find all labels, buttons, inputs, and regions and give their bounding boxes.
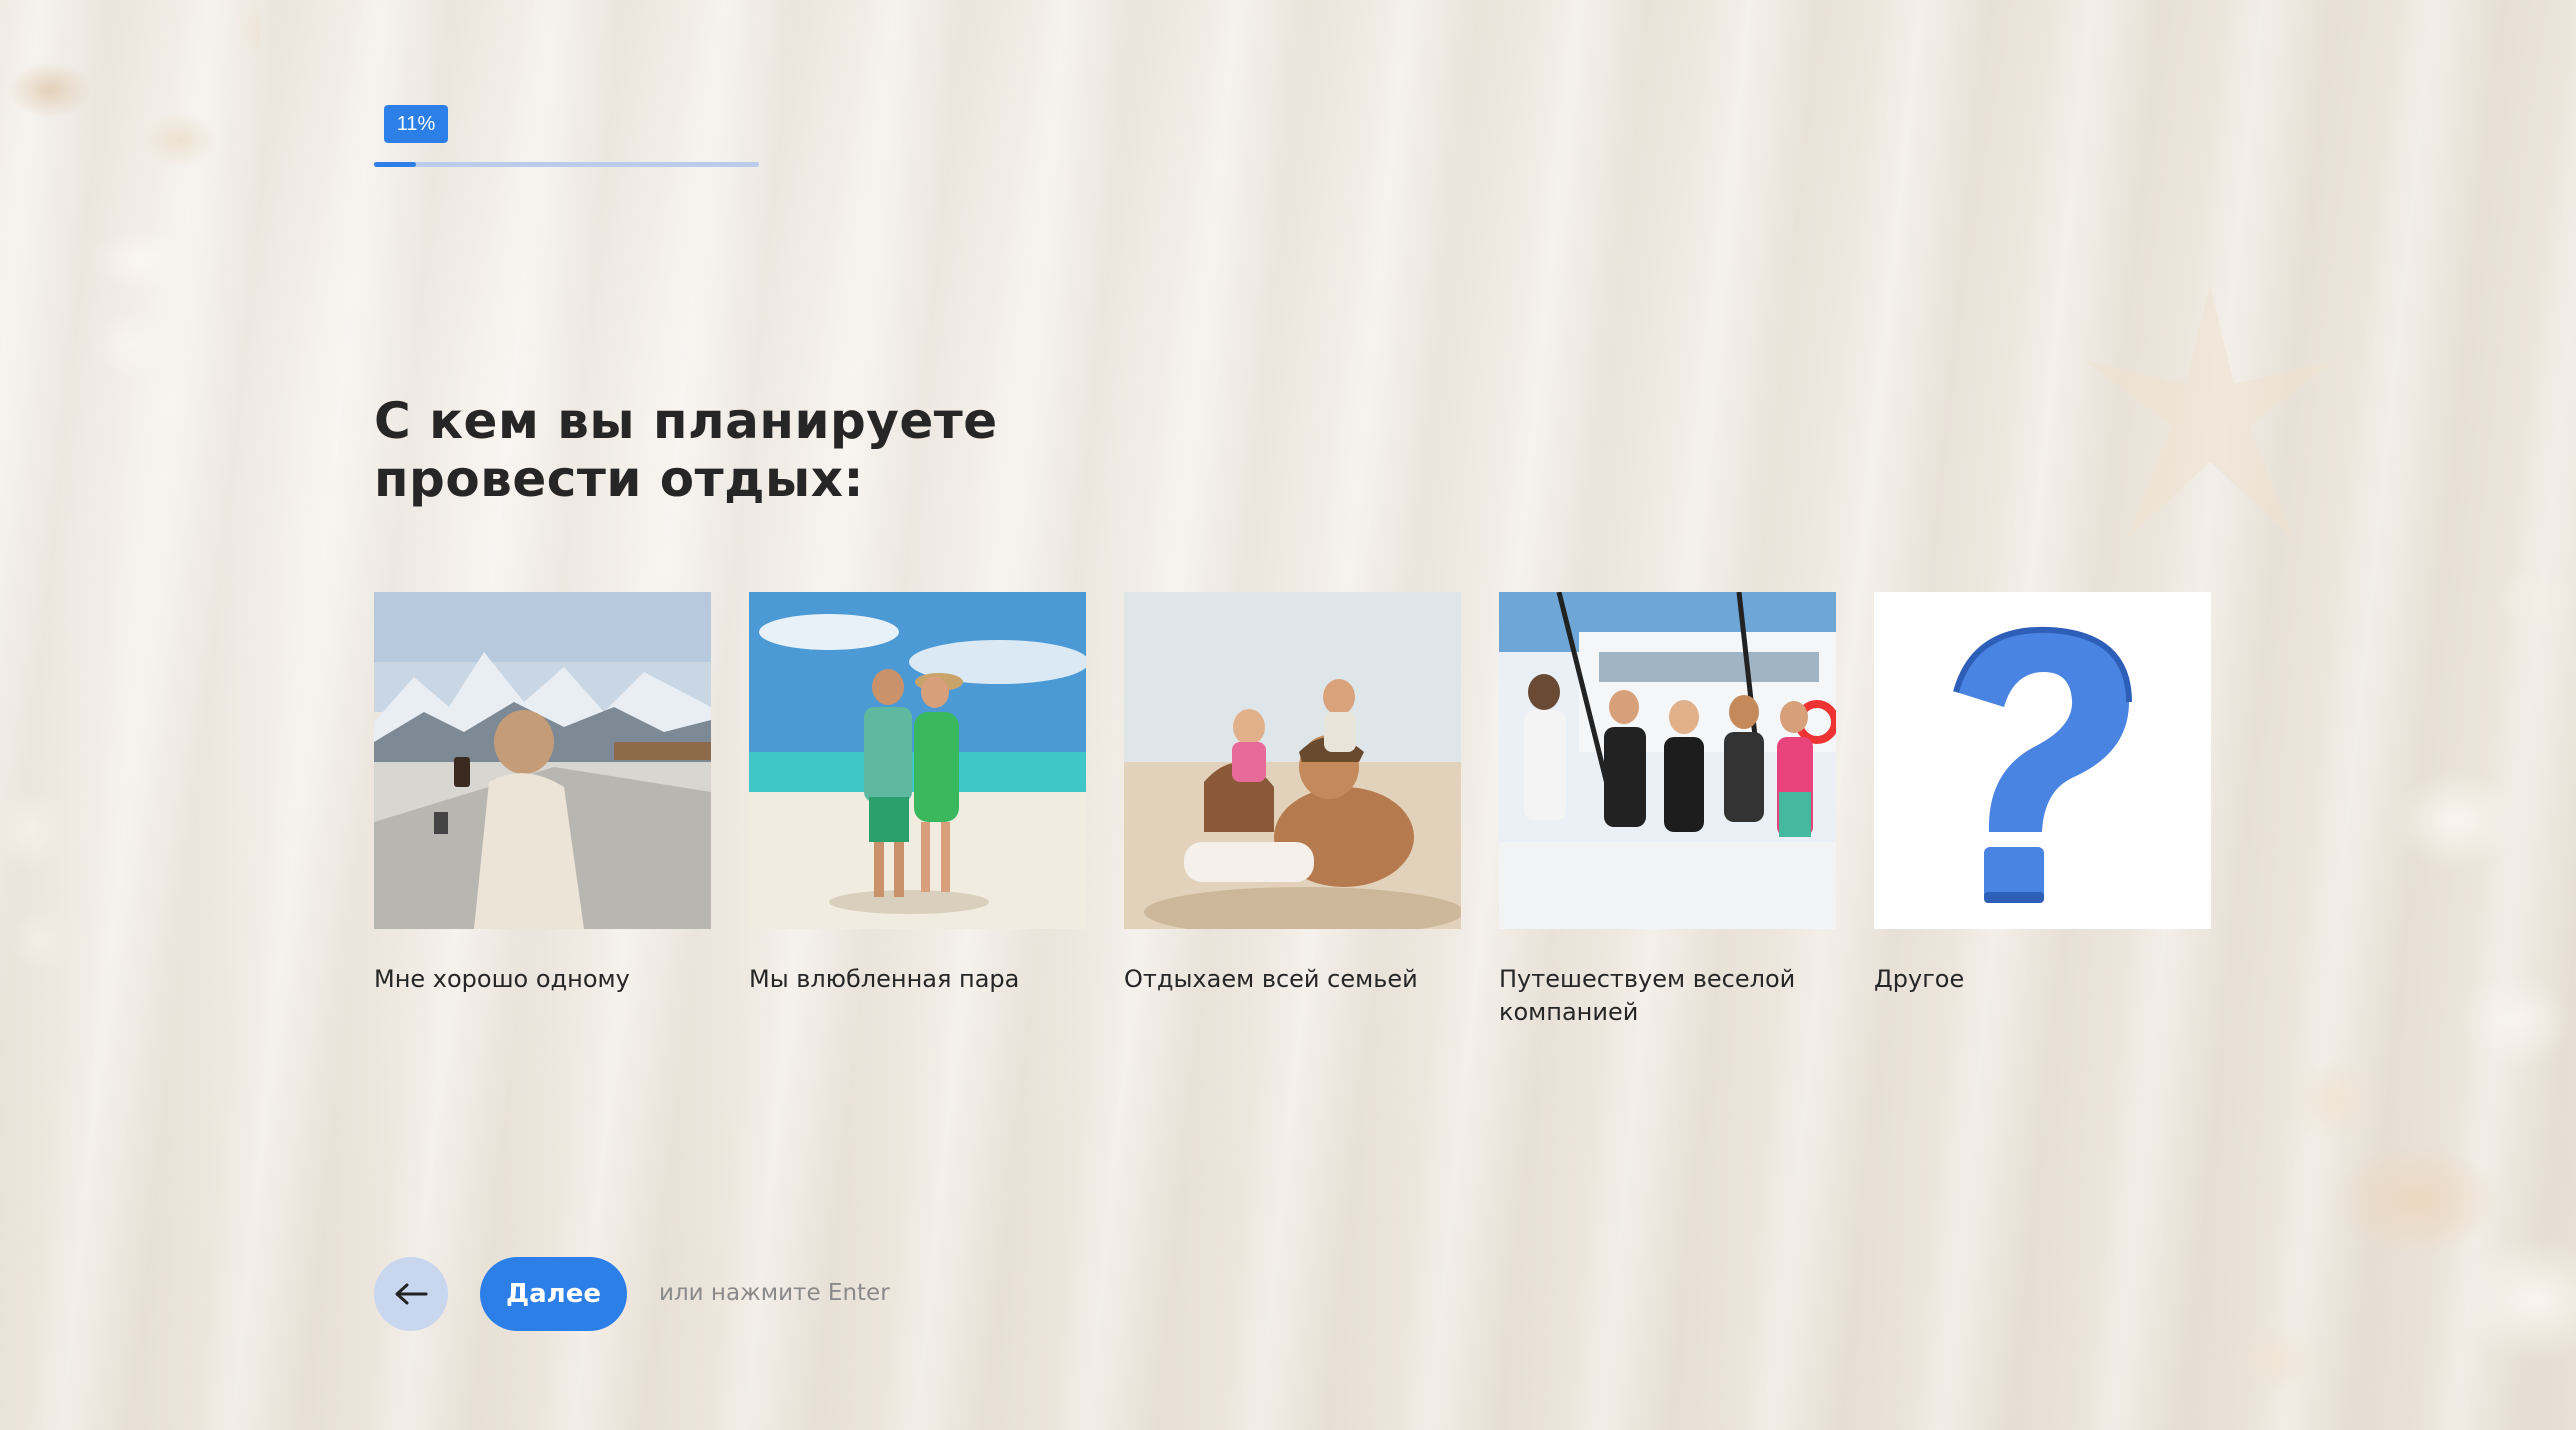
back-button[interactable] — [374, 1257, 448, 1331]
option-label: Другое — [1874, 965, 1965, 993]
progress-track — [374, 162, 759, 167]
option-label: Отдыхаем всей семьей — [1124, 965, 1418, 993]
option-other[interactable]: Другое — [1874, 592, 2211, 996]
next-button[interactable]: Далее — [480, 1257, 627, 1331]
option-label: Путешествуем веселой компанией — [1499, 965, 1796, 1026]
enter-hint: или нажмите Enter — [659, 1280, 890, 1306]
seashells-decoration — [0, 0, 260, 420]
woman-alone-mountains-photo[interactable] — [374, 592, 711, 929]
option-label: Мне хорошо одному — [374, 965, 630, 993]
option-label: Мы влюбленная пара — [749, 965, 1020, 993]
option-alone[interactable]: Мне хорошо одному — [374, 592, 711, 996]
friends-on-yacht-photo[interactable] — [1499, 592, 1836, 929]
starfish-decoration — [2084, 285, 2336, 540]
progress-fill — [374, 162, 417, 167]
family-on-beach-photo[interactable] — [1124, 592, 1461, 929]
option-friends[interactable]: Путешествуем веселой компанией — [1499, 592, 1836, 1029]
question-title: С кем вы планируете провести отдых: — [374, 392, 998, 508]
couple-on-beach-photo[interactable] — [749, 592, 1086, 929]
question-mark-icon — [1953, 626, 2132, 903]
arrow-left-icon — [395, 1283, 428, 1305]
seashells-decoration — [0, 740, 120, 1040]
progress-percent-badge: 11% — [384, 105, 448, 143]
option-family[interactable]: Отдыхаем всей семьей — [1124, 592, 1461, 996]
question-mark-tile[interactable] — [1874, 592, 2211, 929]
option-couple[interactable]: Мы влюбленная пара — [749, 592, 1086, 996]
